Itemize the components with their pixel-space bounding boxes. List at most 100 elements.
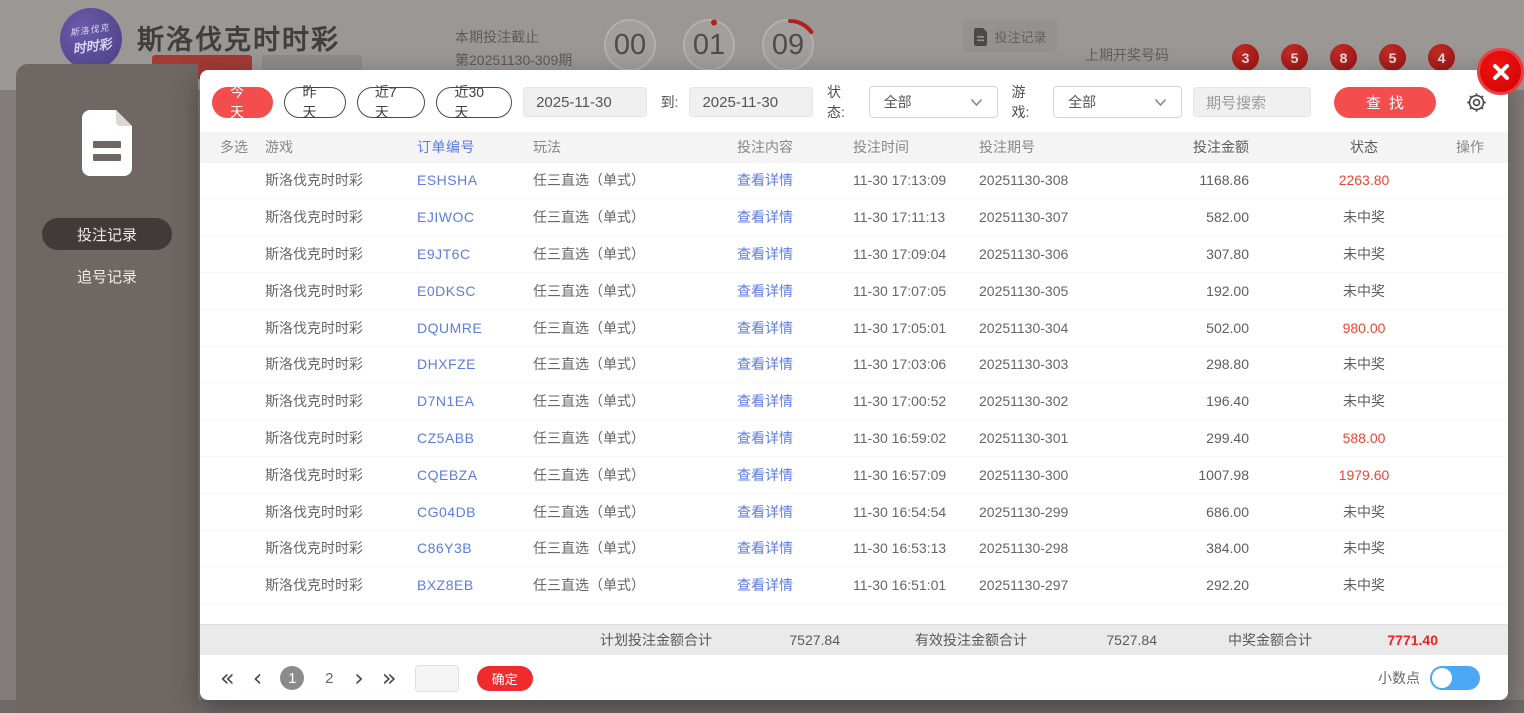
view-details-link[interactable]: 查看详情 (737, 391, 853, 411)
bet-time-cell: 11-30 17:05:01 (853, 319, 947, 336)
order-id-link[interactable]: ESHSHA (417, 172, 533, 188)
order-id-link[interactable]: EJIWOC (417, 209, 533, 225)
order-id-link[interactable]: DHXFZE (417, 356, 533, 372)
table-row: 斯洛伐克时时彩 EJIWOC 任三直选（单式） 查看详情 11-30 17:11:13 2… (200, 199, 1508, 237)
document-icon (974, 27, 988, 46)
column-header: 订单编号 (417, 139, 475, 156)
screen: 斯洛伐克 时时彩 斯洛伐克时时彩 本期投注截止 第20251130-309期 0… (0, 0, 1524, 713)
game-cell: 斯洛伐克时时彩 (265, 503, 363, 520)
play-type-cell: 任三直选（单式） (533, 577, 645, 594)
order-id-link[interactable]: E9JT6C (417, 246, 533, 262)
play-type-cell: 任三直选（单式） (533, 282, 645, 299)
play-type-cell: 任三直选（单式） (533, 393, 645, 410)
status-cell: 980.00 (1342, 319, 1386, 336)
quick-filter-button[interactable]: 今天 (212, 84, 274, 120)
game-cell: 斯洛伐克时时彩 (265, 209, 363, 226)
countdown-hours: 00 (604, 19, 660, 75)
period-label: 第20251130-309期 (455, 52, 573, 68)
page-title: 斯洛伐克时时彩 (137, 25, 340, 55)
first-page-button[interactable]: « (220, 666, 235, 690)
status-cell: 2263.80 (1338, 172, 1390, 189)
game-cell: 斯洛伐克时时彩 (265, 540, 363, 557)
table-row: 斯洛伐克时时彩 ESHSHA 任三直选（单式） 查看详情 11-30 17:13:09 2… (200, 162, 1508, 200)
bet-period-cell: 20251130-303 (979, 356, 1069, 373)
page-jump-input[interactable] (414, 664, 459, 692)
column-header: 投注期号 (979, 139, 1035, 156)
status-select[interactable]: 全部 (868, 86, 998, 118)
status-cell: 未中奖 (1343, 393, 1385, 410)
draw-ball: 4 (1428, 44, 1455, 71)
view-details-link[interactable]: 查看详情 (737, 318, 853, 338)
game-cell: 斯洛伐克时时彩 (265, 172, 363, 189)
last-draw-label: 上期开奖号码 (1085, 47, 1169, 63)
quick-filter-button[interactable]: 昨天 (284, 84, 346, 120)
view-details-link[interactable]: 查看详情 (737, 207, 853, 227)
sidebar-item-bet-records[interactable]: 投注记录 (42, 218, 172, 250)
column-header: 投注金额 (1193, 139, 1249, 156)
game-cell: 斯洛伐克时时彩 (265, 466, 363, 483)
bet-time-cell: 11-30 16:59:02 (853, 430, 947, 446)
bet-records-button[interactable]: 投注记录 (963, 21, 1057, 52)
draw-ball: 3 (1232, 44, 1259, 71)
table-row: 斯洛伐克时时彩 C86Y3B 任三直选（单式） 查看详情 11-30 16:53:13 2… (200, 530, 1508, 568)
view-details-link[interactable]: 查看详情 (737, 502, 853, 522)
date-from-input[interactable]: 2025-11-30 (523, 87, 647, 117)
bet-period-cell: 20251130-307 (979, 209, 1069, 226)
win-total-label: 中奖金额合计 (1228, 631, 1312, 648)
decimal-toggle[interactable] (1430, 666, 1480, 691)
view-details-link[interactable]: 查看详情 (737, 538, 853, 558)
valid-total-label: 有效投注金额合计 (915, 631, 1027, 648)
bet-period-cell: 20251130-308 (979, 172, 1069, 189)
order-id-link[interactable]: DQUMRE (417, 320, 533, 336)
status-cell: 未中奖 (1343, 577, 1385, 594)
bet-amount-cell: 299.40 (1206, 430, 1249, 446)
find-button[interactable]: 查找 (1333, 86, 1436, 118)
view-details-link[interactable]: 查看详情 (737, 170, 853, 190)
date-to-input[interactable]: 2025-11-30 (689, 87, 813, 117)
order-id-link[interactable]: BXZ8EB (417, 577, 533, 593)
status-cell: 未中奖 (1343, 503, 1385, 520)
draw-ball: 5 (1379, 44, 1406, 71)
close-modal-button[interactable] (1477, 48, 1524, 95)
quick-filter-button[interactable]: 近7天 (356, 84, 426, 120)
view-details-link[interactable]: 查看详情 (737, 428, 853, 448)
status-cell: 未中奖 (1343, 246, 1385, 263)
game-cell: 斯洛伐克时时彩 (265, 246, 363, 263)
bet-period-cell: 20251130-300 (979, 466, 1069, 483)
order-id-link[interactable]: CQEBZA (417, 467, 533, 483)
order-id-link[interactable]: CG04DB (417, 504, 533, 520)
page-jump-confirm-button[interactable]: 确定 (476, 665, 533, 691)
page-number-2[interactable]: 2 (322, 670, 336, 687)
view-details-link[interactable]: 查看详情 (737, 575, 853, 595)
records-table-body: 斯洛伐克时时彩 ESHSHA 任三直选（单式） 查看详情 11-30 17:13:09 2… (200, 162, 1508, 605)
order-id-link[interactable]: D7N1EA (417, 393, 533, 409)
view-details-link[interactable]: 查看详情 (737, 281, 853, 301)
game-select[interactable]: 全部 (1053, 86, 1183, 118)
page-number-group: 12 (280, 666, 336, 691)
issue-search-input[interactable]: 期号搜索 (1193, 87, 1311, 117)
settings-gear-icon[interactable] (1465, 91, 1488, 114)
next-page-button[interactable]: › (354, 666, 364, 690)
column-header: 玩法 (533, 139, 561, 156)
status-cell: 未中奖 (1343, 282, 1385, 299)
bet-time-cell: 11-30 16:51:01 (853, 577, 947, 594)
last-page-button[interactable]: » (382, 666, 397, 690)
page-number-1[interactable]: 1 (280, 666, 305, 691)
bet-time-cell: 11-30 16:54:54 (853, 503, 947, 520)
status-label: 状态: (826, 84, 845, 120)
order-id-link[interactable]: C86Y3B (417, 540, 533, 556)
bet-amount-cell: 686.00 (1206, 503, 1249, 520)
view-details-link[interactable]: 查看详情 (737, 354, 853, 374)
sidebar-item-chase-records[interactable]: 追号记录 (42, 260, 172, 292)
quick-filter-button[interactable]: 近30天 (436, 84, 513, 120)
bet-records-modal: 今天 昨天 近7天 近30天 2025-11-30 到: 2025-11-30 状态:… (200, 70, 1508, 700)
date-to-label: 到: (660, 94, 679, 110)
table-row: 斯洛伐克时时彩 CZ5ABB 任三直选（单式） 查看详情 11-30 16:59:02 2… (200, 420, 1508, 457)
order-id-link[interactable]: E0DKSC (417, 283, 533, 299)
view-details-link[interactable]: 查看详情 (737, 244, 853, 264)
prev-page-button[interactable]: ‹ (253, 666, 263, 690)
game-cell: 斯洛伐克时时彩 (265, 356, 363, 373)
view-details-link[interactable]: 查看详情 (737, 465, 853, 485)
bet-time-cell: 11-30 17:07:05 (853, 282, 947, 299)
order-id-link[interactable]: CZ5ABB (417, 430, 533, 446)
